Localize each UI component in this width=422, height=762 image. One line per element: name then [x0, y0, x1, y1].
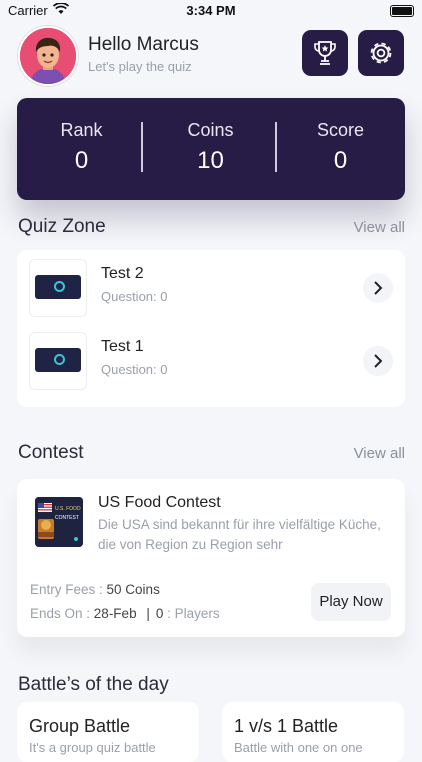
quiz-zone-view-all-link[interactable]: View all [354, 219, 405, 236]
quiz-zone-title: Quiz Zone [18, 216, 106, 237]
svg-text:U.S. FOOD: U.S. FOOD [55, 506, 81, 512]
stat-divider [141, 122, 143, 172]
stat-value: 0 [74, 147, 89, 174]
quiz-thumbnail [29, 259, 87, 317]
battles-title: Battle’s of the day [18, 674, 169, 695]
entry-fees-value: 50 Coins [106, 582, 160, 597]
players-label: : Players [163, 606, 220, 621]
settings-button[interactable] [358, 30, 404, 76]
group-battle-card[interactable]: Group Battle It's a group quiz battle [17, 702, 199, 762]
quiz-title: Test 1 [101, 338, 144, 355]
gear-icon [370, 42, 392, 64]
contest-description: Die USA sind bekannt für ihre vielfältig… [98, 517, 381, 552]
chevron-right-icon[interactable] [363, 273, 393, 303]
trophy-icon [314, 41, 336, 65]
stat-rank: Rank 0 [17, 120, 146, 175]
ends-on-label: Ends On : [30, 606, 94, 621]
quiz-thumbnail [29, 332, 87, 390]
contest-ends-on: Ends On : 28-Feb | 0 : Players [30, 606, 220, 621]
battle-description: It's a group quiz battle [29, 740, 156, 755]
battery-icon [390, 5, 414, 17]
subtitle: Let's play the quiz [88, 59, 192, 74]
contest-name: US Food Contest [98, 494, 221, 511]
battle-title: Group Battle [29, 716, 131, 736]
avatar[interactable] [18, 26, 78, 86]
quiz-question-count: Question: 0 [101, 362, 168, 377]
leaderboard-button[interactable] [302, 30, 348, 76]
status-bar: Carrier 3:34 PM [0, 0, 422, 22]
quiz-item[interactable]: Test 1 Question: 0 [29, 332, 393, 390]
stat-label: Rank [60, 120, 103, 140]
stats-card: Rank 0 Coins 10 Score 0 [17, 98, 405, 200]
contest-card[interactable]: U.S. FOOD CONTEST US Food Contest Die US… [17, 479, 405, 637]
clock: 3:34 PM [186, 3, 236, 18]
quiz-question-count: Question: 0 [101, 289, 168, 304]
stat-value: 10 [197, 147, 224, 174]
battle-description: Battle with one on one [234, 740, 363, 755]
contest-thumbnail: U.S. FOOD CONTEST [35, 497, 83, 547]
stat-label: Coins [187, 120, 234, 140]
battle-title: 1 v/s 1 Battle [234, 716, 339, 736]
entry-fees-label: Entry Fees : [30, 582, 107, 597]
separator: | [146, 606, 150, 621]
ends-on-value: 28-Feb [93, 606, 137, 621]
stat-score: Score 0 [276, 120, 405, 175]
svg-text:CONTEST: CONTEST [55, 515, 79, 521]
play-now-button[interactable]: Play Now [311, 583, 391, 621]
quiz-zone-list: Test 2 Question: 0 Test 1 Question: 0 [17, 250, 405, 407]
header: Hello Marcus Let's play the quiz [18, 24, 406, 86]
greeting: Hello Marcus [88, 34, 199, 55]
quiz-item[interactable]: Test 2 Question: 0 [29, 259, 393, 317]
chevron-right-icon[interactable] [363, 346, 393, 376]
stat-value: 0 [333, 147, 348, 174]
one-vs-one-battle-card[interactable]: 1 v/s 1 Battle Battle with one on one [222, 702, 404, 762]
contest-title: Contest [18, 442, 84, 463]
contest-entry-fees: Entry Fees : 50 Coins [30, 582, 160, 597]
stat-label: Score [316, 120, 365, 140]
stat-coins: Coins 10 [146, 120, 275, 175]
contest-view-all-link[interactable]: View all [354, 445, 405, 462]
quiz-title: Test 2 [101, 265, 144, 282]
